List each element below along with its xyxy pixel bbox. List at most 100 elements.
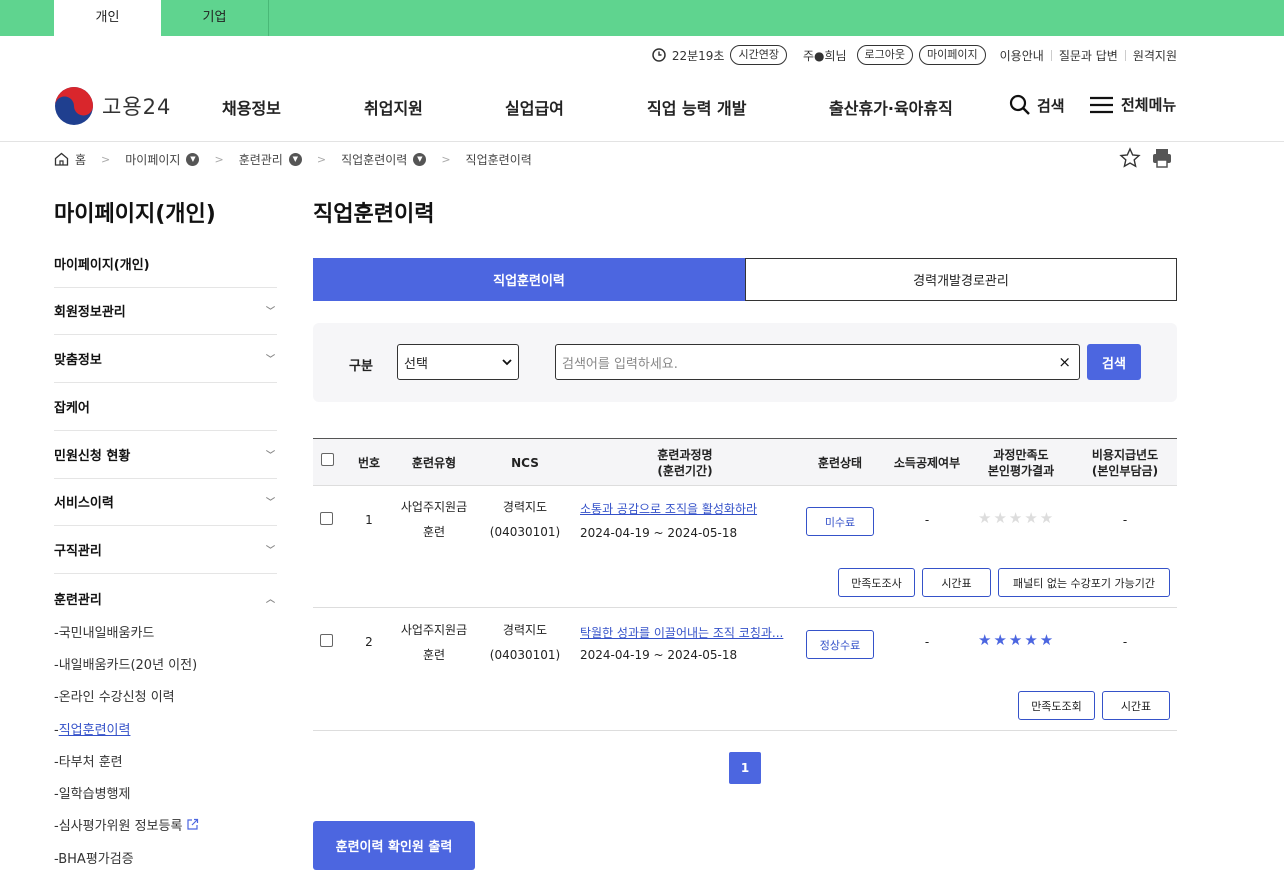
star-icon xyxy=(1119,147,1141,169)
col-status: 훈련상태 xyxy=(817,455,863,470)
lnb-sub-online[interactable]: -온라인 수강신청 이력 xyxy=(54,686,175,705)
chevron-right-icon: > xyxy=(101,152,111,166)
lnb-sub-history-active[interactable]: -직업훈련이력 xyxy=(54,719,130,738)
lnb-label: 훈련관리 xyxy=(54,592,102,608)
table-header: 번호 훈련유형 NCS 훈련과정명 (훈련기간) 훈련상태 소득공제여부 과정만… xyxy=(313,438,1177,486)
course-link[interactable]: 탁월한 성과를 이끌어내는 조직 코칭과... xyxy=(580,624,783,641)
lnb-sub-label: 일학습병행제 xyxy=(58,787,131,802)
row-checkbox[interactable] xyxy=(320,634,333,647)
row-no: 2 xyxy=(365,635,373,649)
col-type: 훈련유형 xyxy=(411,455,457,470)
breadcrumb-home[interactable]: 홈 xyxy=(75,151,86,168)
select-all-checkbox[interactable] xyxy=(321,453,334,466)
chevron-down-icon[interactable]: ▼ xyxy=(186,152,200,166)
lnb-service-history[interactable]: 서비스이력 ﹀ xyxy=(54,478,277,526)
lnb-sub-card-old[interactable]: -내일배움카드(20년 이전) xyxy=(54,654,197,673)
mypage-button[interactable]: 마이페이지 xyxy=(919,45,986,65)
timetable-button[interactable]: 시간표 xyxy=(922,568,991,597)
status-badge[interactable]: 정상수료 xyxy=(806,630,874,659)
row-type: 사업주지원금 훈련 xyxy=(395,618,473,668)
lnb-job-seeking[interactable]: 구직관리 ﹀ xyxy=(54,526,277,574)
lnb-sub-work-study[interactable]: -일학습병행제 xyxy=(54,783,130,802)
all-menu-button[interactable]: 전체메뉴 xyxy=(1089,94,1176,115)
tab-career-path[interactable]: 경력개발경로관리 xyxy=(745,258,1177,301)
lnb-civil-status[interactable]: 민원신청 현황 ﹀ xyxy=(54,431,277,479)
tab-personal[interactable]: 개인 xyxy=(54,0,161,36)
lnb-label: 회원정보관리 xyxy=(54,305,126,320)
chevron-down-icon xyxy=(502,358,512,366)
status-badge[interactable]: 미수료 xyxy=(806,507,874,536)
chevron-right-icon: > xyxy=(316,152,327,166)
row-ncs: 경력지도 (04030101) xyxy=(483,618,567,668)
lnb-sub-other-ministry[interactable]: -타부처 훈련 xyxy=(54,751,123,770)
search-button[interactable]: 검색 xyxy=(1087,344,1141,380)
page-1-button[interactable]: 1 xyxy=(729,752,761,784)
logout-button[interactable]: 로그아웃 xyxy=(856,45,914,65)
lnb-custom-info[interactable]: 맞춤정보 ﹀ xyxy=(54,335,277,383)
lnb-sub-label: 온라인 수강신청 이력 xyxy=(58,690,175,705)
home-icon xyxy=(54,152,69,166)
gnb-unemployment-benefit[interactable]: 실업급여 xyxy=(505,95,564,119)
search-panel: 구분 선택 검색어를 입력하세요. × 검색 xyxy=(313,323,1177,402)
util-link-remote[interactable]: 원격지원 xyxy=(1133,47,1177,64)
breadcrumb: 홈 > 마이페이지 ▼ > 훈련관리 ▼ > 직업훈련이력 ▼ > 직업훈련이력 xyxy=(54,150,532,168)
gnb-jobs[interactable]: 채용정보 xyxy=(222,95,281,119)
chevron-right-icon: > xyxy=(214,152,224,166)
lnb-sub-card[interactable]: -국민내일배움카드 xyxy=(54,622,154,641)
search-input[interactable]: 검색어를 입력하세요. × xyxy=(555,344,1080,380)
row-ncs-code: (04030101) xyxy=(489,648,561,662)
col-no: 번호 xyxy=(357,455,381,470)
timetable-button[interactable]: 시간표 xyxy=(1102,691,1170,720)
search-category-label: 구분 xyxy=(349,359,373,374)
header-search-button[interactable]: 검색 xyxy=(1009,94,1065,116)
lnb-training-mgmt[interactable]: 훈련관리 ︿ xyxy=(54,574,277,622)
gnb-vocational-training[interactable]: 직업 능력 개발 xyxy=(647,95,746,119)
row-checkbox[interactable] xyxy=(320,512,333,525)
utility-bar: 22분19초 시간연장 주●희님 로그아웃 마이페이지 이용안내 질문과 답변 … xyxy=(652,44,1177,66)
lnb-member-info[interactable]: 회원정보관리 ﹀ xyxy=(54,287,277,335)
lnb-sub-label: 직업훈련이력 xyxy=(58,723,131,738)
breadcrumb-mypage[interactable]: 마이페이지 xyxy=(125,151,180,168)
survey-view-button[interactable]: 만족도조회 xyxy=(1018,691,1095,720)
divider xyxy=(1050,49,1052,61)
print-page-button[interactable] xyxy=(1150,146,1174,170)
survey-button[interactable]: 만족도조사 xyxy=(838,568,915,597)
lnb-label: 서비스이력 xyxy=(54,496,114,511)
lnb-sub-evaluator[interactable]: -심사평가위원 정보등록 xyxy=(54,815,199,834)
row-payment: - xyxy=(1122,635,1128,649)
lnb-label: 잡케어 xyxy=(54,401,90,416)
clear-icon[interactable]: × xyxy=(1058,353,1071,371)
row-no: 1 xyxy=(365,513,373,527)
printer-icon xyxy=(1151,147,1173,169)
tab-training-history[interactable]: 직업훈련이력 xyxy=(313,258,745,301)
lnb-jobcare[interactable]: 잡케어 xyxy=(54,383,277,431)
chevron-down-icon[interactable]: ▼ xyxy=(288,152,302,166)
gnb-employment-support[interactable]: 취업지원 xyxy=(364,95,423,119)
hamburger-icon xyxy=(1089,95,1114,115)
row-ncs-name: 경력지도 xyxy=(502,623,548,637)
site-header: 고용24 채용정보 취업지원 실업급여 직업 능력 개발 출산휴가·육아휴직 검… xyxy=(0,74,1284,142)
row-deduction: - xyxy=(924,635,930,649)
util-link-guide[interactable]: 이용안내 xyxy=(1000,47,1044,64)
site-logo[interactable]: 고용24 xyxy=(54,86,171,126)
course-link[interactable]: 소통과 공감으로 조직을 활성화하라 xyxy=(580,500,757,517)
withdraw-period-button[interactable]: 패널티 없는 수강포기 가능기간 xyxy=(998,568,1170,597)
breadcrumb-training[interactable]: 훈련관리 xyxy=(239,151,283,168)
row-deduction: - xyxy=(924,513,930,527)
tab-company[interactable]: 기업 xyxy=(161,0,269,36)
lnb-sub-label: 타부처 훈련 xyxy=(58,755,123,770)
row-type-line1: 사업주지원금 xyxy=(400,500,468,514)
chevron-down-icon: ﹀ xyxy=(265,355,275,365)
category-select[interactable]: 선택 xyxy=(397,344,519,380)
breadcrumb-history[interactable]: 직업훈련이력 xyxy=(341,151,407,168)
gnb-parental-leave[interactable]: 출산휴가·육아휴직 xyxy=(829,95,953,119)
row-ncs: 경력지도 (04030101) xyxy=(483,495,567,545)
util-link-qna[interactable]: 질문과 답변 xyxy=(1059,47,1118,64)
extend-session-button[interactable]: 시간연장 xyxy=(730,45,787,65)
col-ncs: NCS xyxy=(511,455,539,470)
lnb-sub-bha[interactable]: -BHA평가검증 xyxy=(54,848,134,867)
print-certificate-button[interactable]: 훈련이력 확인원 출력 xyxy=(313,821,475,870)
lnb-mypage[interactable]: 마이페이지(개인) xyxy=(54,240,277,288)
chevron-down-icon[interactable]: ▼ xyxy=(413,152,427,166)
favorite-button[interactable] xyxy=(1118,146,1142,170)
